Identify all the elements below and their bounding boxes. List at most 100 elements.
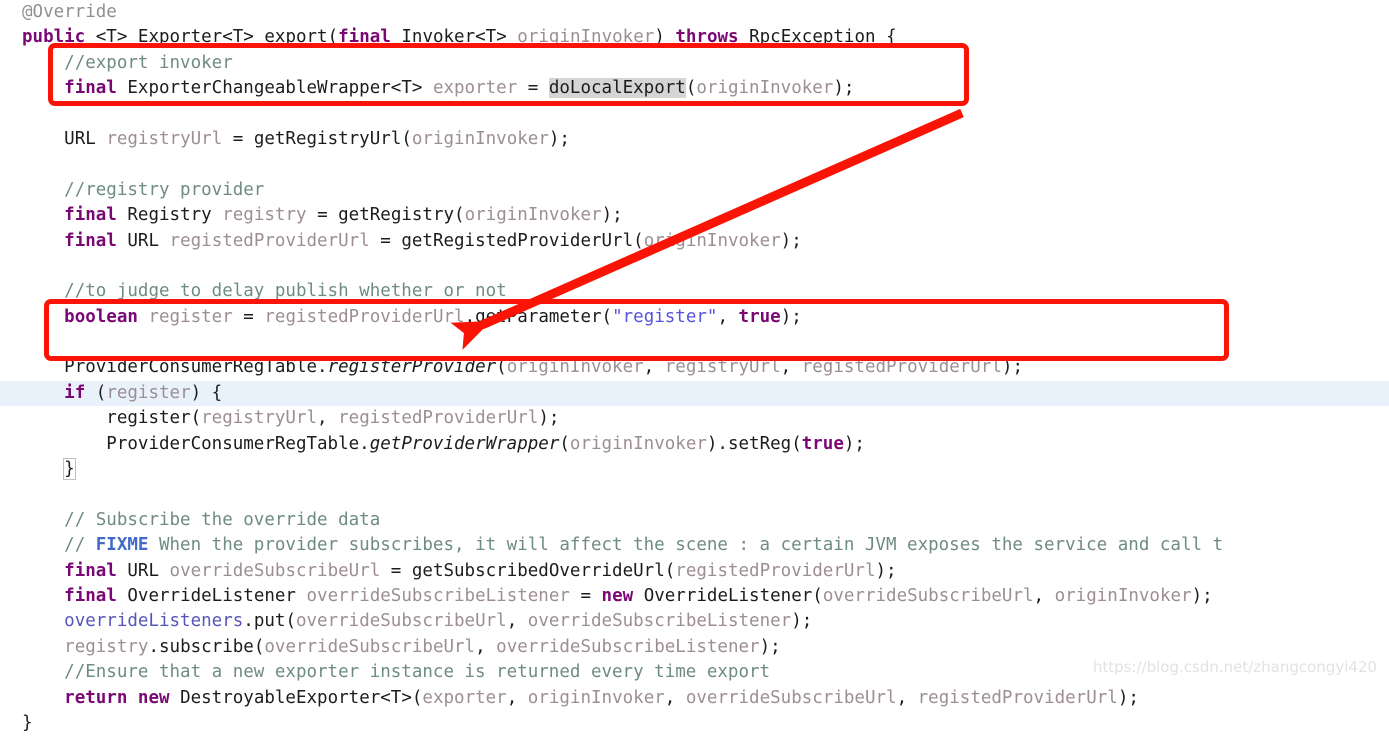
code-token: . xyxy=(243,611,254,632)
code-token: registryUrl xyxy=(201,408,318,429)
code-token: DestroyableExporter xyxy=(180,687,381,708)
code-token: boolean xyxy=(64,306,138,327)
code-line[interactable] xyxy=(0,330,1389,355)
code-token: registedProviderUrl xyxy=(338,408,539,429)
code-line[interactable]: register(registryUrl, registedProviderUr… xyxy=(0,406,1389,431)
code-line[interactable]: overrideListeners.put(overrideSubscribeU… xyxy=(0,609,1389,634)
code-token: = xyxy=(232,306,265,327)
code-line[interactable]: final URL registedProviderUrl = getRegis… xyxy=(0,229,1389,254)
code-token: getSubscribedOverrideUrl xyxy=(411,560,665,581)
code-token: = xyxy=(569,585,602,606)
code-editor[interactable]: @Override public <T> Exporter<T> export(f… xyxy=(0,0,1389,733)
code-line[interactable]: //to judge to delay publish whether or n… xyxy=(0,279,1389,304)
code-token: When the provider subscribes, it will af… xyxy=(148,535,1224,556)
code-token: ( xyxy=(401,128,412,149)
code-token: ( xyxy=(812,585,823,606)
code-token: put xyxy=(253,611,286,632)
code-token: ); xyxy=(759,636,781,657)
code-token: ( xyxy=(411,687,423,708)
code-token: final xyxy=(64,560,117,581)
code-token: "register" xyxy=(612,306,718,327)
code-content[interactable]: @Override public <T> Exporter<T> export(f… xyxy=(0,0,1389,736)
code-token: registedProviderUrl xyxy=(264,306,465,327)
code-line[interactable]: final Registry registry = getRegistry(or… xyxy=(0,203,1389,228)
code-line[interactable] xyxy=(0,102,1389,127)
code-token: return xyxy=(64,687,128,708)
code-token: ( xyxy=(559,433,570,454)
code-token: register xyxy=(106,408,191,429)
code-line[interactable] xyxy=(0,254,1389,279)
code-token: //Ensure that a new exporter instance is… xyxy=(64,662,771,683)
code-token: ( xyxy=(791,433,802,454)
code-token: ( xyxy=(327,27,339,48)
code-line[interactable]: return new DestroyableExporter<T>(export… xyxy=(0,686,1389,711)
code-token: <T> xyxy=(390,78,433,99)
code-token: new xyxy=(137,687,170,708)
code-token: registedProviderUrl xyxy=(675,560,876,581)
code-line[interactable]: } xyxy=(0,457,1389,482)
code-token: Exporter xyxy=(137,27,223,48)
code-line[interactable] xyxy=(0,152,1389,177)
code-token: ( xyxy=(85,382,107,403)
code-line[interactable]: if (register) { xyxy=(0,380,1389,407)
code-token: if xyxy=(64,382,86,403)
code-line[interactable]: final OverrideListener overrideSubscribe… xyxy=(0,584,1389,609)
code-token: = xyxy=(380,560,412,581)
code-line[interactable]: final URL overrideSubscribeUrl = getSubs… xyxy=(0,559,1389,584)
code-token: ); xyxy=(791,611,813,632)
code-token: overrideSubscribeUrl xyxy=(264,636,476,657)
code-token: originInvoker xyxy=(411,128,549,149)
code-token: registry xyxy=(64,636,149,657)
code-line[interactable]: //export invoker xyxy=(0,51,1389,76)
code-token: ); xyxy=(538,408,560,429)
code-token: overrideSubscribeListener xyxy=(496,636,760,657)
code-line[interactable]: // Subscribe the override data xyxy=(0,508,1389,533)
code-line[interactable]: registry.subscribe(overrideSubscribeUrl,… xyxy=(0,635,1389,660)
code-token: throws xyxy=(675,27,739,48)
code-line[interactable]: //registry provider xyxy=(0,178,1389,203)
code-token: true xyxy=(801,433,844,454)
code-line[interactable]: URL registryUrl = getRegistryUrl(originI… xyxy=(0,127,1389,152)
code-line[interactable]: ProviderConsumerRegTable.registerProvide… xyxy=(0,355,1389,380)
code-token: originInvoker xyxy=(1054,585,1192,606)
code-token: ); xyxy=(1117,687,1139,708)
code-line[interactable]: boolean register = registedProviderUrl.g… xyxy=(0,305,1389,330)
code-token: ); xyxy=(1001,357,1023,378)
code-token: final xyxy=(64,78,117,99)
code-line[interactable] xyxy=(0,482,1389,507)
code-line[interactable]: } xyxy=(0,711,1389,736)
code-token: ( xyxy=(601,306,613,327)
code-token: ); xyxy=(780,230,802,251)
code-line[interactable]: ProviderConsumerRegTable.getProviderWrap… xyxy=(0,432,1389,457)
code-token: ExporterChangeableWrapper xyxy=(127,78,391,99)
code-token: = xyxy=(306,205,339,226)
code-token: , xyxy=(780,357,802,378)
code-line[interactable]: @Override xyxy=(0,0,1389,25)
code-token: ( xyxy=(496,357,507,378)
code-token: ); xyxy=(1191,585,1213,606)
code-line[interactable]: // FIXME When the provider subscribes, i… xyxy=(0,533,1389,558)
code-token: , xyxy=(317,408,339,429)
code-token: getProviderWrapper xyxy=(369,433,560,454)
code-token: , xyxy=(643,357,665,378)
code-token: = xyxy=(369,230,402,251)
code-token: registryUrl xyxy=(106,128,223,149)
code-line[interactable]: final ExporterChangeableWrapper<T> expor… xyxy=(0,76,1389,101)
code-line[interactable]: public <T> Exporter<T> export(final Invo… xyxy=(0,25,1389,50)
code-token: overrideSubscribeUrl xyxy=(295,611,507,632)
